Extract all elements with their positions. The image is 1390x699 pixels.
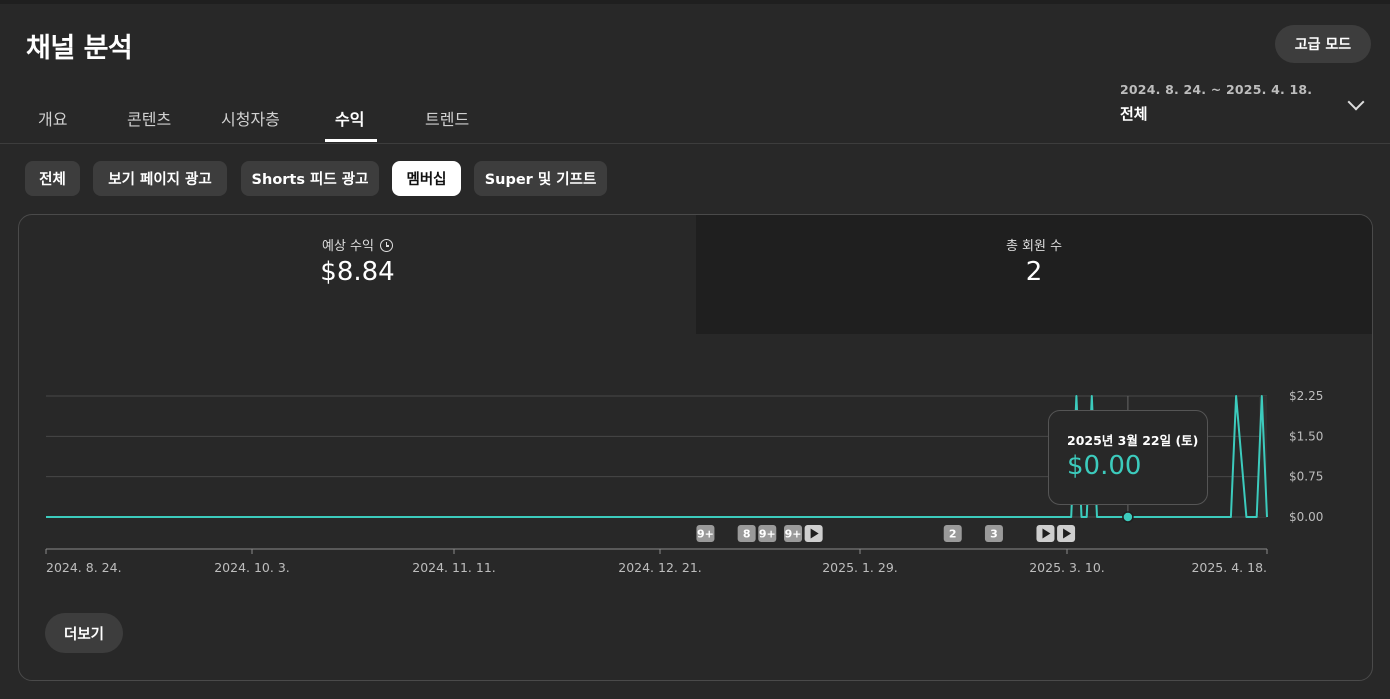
y-tick-label: $0.75 [1289, 470, 1323, 484]
video-marker[interactable] [1036, 525, 1055, 542]
hover-point [1122, 511, 1134, 523]
chip-shorts-feed-ads[interactable]: Shorts 피드 광고 [241, 161, 379, 196]
x-tick-label: 2025. 1. 29. [822, 560, 898, 575]
active-tab-indicator [325, 139, 377, 142]
chip-membership[interactable]: 멤버십 [392, 161, 461, 196]
tab-audience[interactable]: 시청자층 [221, 106, 280, 130]
revenue-card: 예상 수익 $8.84 총 회원 수 2 $2.25 $1.50 $0.75 $0.0… [18, 214, 1373, 681]
tab-content[interactable]: 콘텐츠 [127, 106, 171, 130]
upload-count-badge[interactable]: 3 [984, 525, 1003, 542]
upload-count-badge[interactable]: 8 [737, 525, 756, 542]
tab-revenue[interactable]: 수익 [335, 106, 364, 130]
tooltip-value: $0.00 [1067, 451, 1142, 481]
marker-label: 2 [949, 528, 957, 541]
upload-count-badge[interactable]: 9+ [696, 525, 715, 542]
x-tick-label: 2024. 10. 3. [214, 560, 290, 575]
tab-overview[interactable]: 개요 [38, 106, 67, 130]
upload-count-badge[interactable]: 2 [943, 525, 962, 542]
chip-all[interactable]: 전체 [25, 161, 80, 196]
marker-label: 9+ [785, 528, 802, 541]
marker-label: 3 [990, 528, 998, 541]
top-edge [0, 0, 1390, 4]
date-period-text: 전체 [1120, 105, 1148, 123]
date-range-picker[interactable]: 2024. 8. 24. ~ 2025. 4. 18. 전체 [1120, 82, 1370, 126]
video-marker[interactable] [1057, 525, 1076, 542]
video-marker[interactable] [804, 525, 823, 542]
page-title: 채널 분석 [26, 33, 133, 64]
advanced-mode-button[interactable]: 고급 모드 [1275, 25, 1371, 63]
upload-count-badge[interactable]: 9+ [784, 525, 803, 542]
marker-label: 8 [743, 528, 751, 541]
y-tick-label: $2.25 [1289, 389, 1323, 403]
see-more-button[interactable]: 더보기 [45, 613, 123, 653]
x-tick-label: 2024. 8. 24. [46, 560, 122, 575]
chip-super-and-gifts[interactable]: Super 및 기프트 [474, 161, 607, 196]
y-tick-label: $1.50 [1289, 429, 1323, 443]
chart-tooltip: 2025년 3월 22일 (토) $0.00 [1048, 410, 1208, 505]
marker-label: 9+ [697, 528, 714, 541]
marker-label: 9+ [759, 528, 776, 541]
chip-watch-page-ads[interactable]: 보기 페이지 광고 [93, 161, 227, 196]
x-tick-label: 2024. 12. 21. [618, 560, 702, 575]
x-tick-label: 2025. 4. 18. [1191, 560, 1267, 575]
upload-count-badge[interactable]: 9+ [758, 525, 777, 542]
header-divider [0, 143, 1390, 144]
date-range-text: 2024. 8. 24. ~ 2025. 4. 18. [1120, 82, 1313, 97]
tooltip-date: 2025년 3월 22일 (토) [1067, 433, 1199, 448]
y-tick-label: $0.00 [1289, 510, 1323, 524]
tab-trends[interactable]: 트렌드 [425, 106, 469, 130]
x-tick-label: 2025. 3. 10. [1029, 560, 1105, 575]
x-tick-label: 2024. 11. 11. [412, 560, 496, 575]
